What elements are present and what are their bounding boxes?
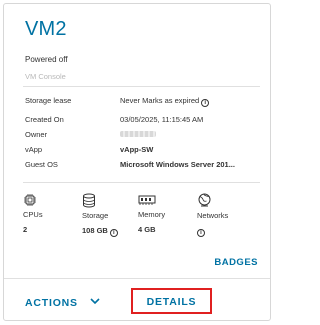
cpus-label: CPUs — [23, 210, 43, 219]
vapp-row: vApp vApp-SW — [25, 145, 265, 156]
vapp-label: vApp — [25, 145, 43, 154]
storage-value-text: 108 GB — [82, 226, 108, 235]
created-on-label: Created On — [25, 115, 64, 124]
details-button[interactable]: DETAILS — [133, 296, 210, 308]
chevron-down-icon — [90, 296, 100, 308]
divider — [4, 278, 270, 279]
storage-label: Storage — [82, 211, 109, 220]
created-on-value: 03/05/2025, 11:15:45 AM — [120, 115, 204, 124]
divider — [23, 182, 260, 183]
guest-os-row: Guest OS Microsoft Windows Server 201... — [25, 160, 265, 171]
guest-os-label: Guest OS — [25, 160, 58, 169]
actions-label: ACTIONS — [25, 297, 78, 309]
info-icon[interactable]: i — [197, 229, 205, 237]
vapp-value[interactable]: vApp-SW — [120, 145, 153, 154]
guest-os-value: Microsoft Windows Server 201... — [120, 160, 235, 169]
resource-networks: Networks i — [197, 193, 259, 237]
storage-lease-row: Storage lease Never Marks as expired i — [25, 96, 265, 107]
created-on-row: Created On 03/05/2025, 11:15:45 AM — [25, 115, 265, 126]
storage-icon — [83, 193, 95, 208]
cpu-icon — [24, 194, 36, 206]
resource-cpus: CPUs 2 — [23, 193, 85, 234]
storage-lease-label: Storage lease — [25, 96, 72, 105]
networks-value: i — [197, 226, 259, 237]
memory-icon — [138, 195, 156, 205]
vm-card: VM2 Powered off VM Console Storage lease… — [3, 3, 271, 321]
info-icon[interactable]: i — [201, 99, 210, 107]
memory-value: 4 GB — [138, 225, 156, 234]
memory-label: Memory — [138, 210, 166, 219]
vm-name[interactable]: VM2 — [25, 18, 67, 41]
details-highlight: DETAILS — [131, 288, 212, 314]
resource-storage: Storage 108 GB i — [82, 193, 144, 237]
badges-link[interactable]: BADGES — [214, 257, 258, 268]
resource-memory: Memory 4 GB — [138, 193, 200, 234]
actions-dropdown[interactable]: ACTIONS — [25, 296, 100, 309]
storage-lease-value: Never Marks as expired i — [120, 96, 210, 107]
cpus-value: 2 — [23, 225, 28, 234]
owner-row: Owner — [25, 130, 265, 141]
owner-label: Owner — [25, 130, 48, 139]
networks-label: Networks — [197, 211, 229, 220]
info-icon[interactable]: i — [109, 229, 118, 237]
vm-console-link: VM Console — [25, 72, 66, 81]
power-status: Powered off — [25, 55, 68, 64]
network-icon — [198, 193, 211, 207]
storage-lease-text: Never Marks as expired — [120, 96, 200, 105]
owner-value-redacted — [120, 130, 156, 139]
divider — [23, 86, 260, 87]
storage-value: 108 GB i — [82, 226, 144, 237]
